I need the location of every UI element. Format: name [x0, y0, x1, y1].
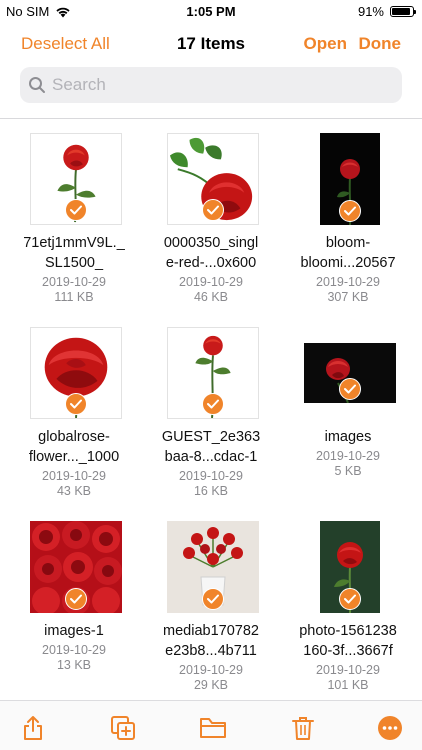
file-date: 2019-10-29: [179, 275, 243, 289]
more-icon[interactable]: [375, 713, 405, 743]
selected-check-icon[interactable]: [202, 199, 224, 221]
file-size: 16 KB: [193, 484, 229, 498]
rose-image: [30, 521, 122, 613]
thumbnail: [30, 521, 122, 613]
file-size: 13 KB: [56, 658, 92, 672]
file-item[interactable]: mediab170782 e23b8...4b711 2019-10-29 29 …: [141, 507, 281, 697]
search-bar[interactable]: [20, 67, 402, 103]
file-date: 2019-10-29: [42, 275, 106, 289]
thumbnail: [304, 521, 396, 613]
file-size: 43 KB: [56, 484, 92, 498]
file-date: 2019-10-29: [316, 449, 380, 463]
file-grid: 71etj1mmV9L._ SL1500_ 2019-10-29 111 KB 0…: [0, 119, 422, 699]
thumbnail: [167, 133, 259, 225]
file-name: images: [324, 429, 372, 445]
file-name: photo-1561238 160-3f...3667f: [299, 623, 397, 659]
file-name: 71etj1mmV9L._ SL1500_: [23, 235, 125, 271]
file-name: GUEST_2e363 baa-8...cdac-1: [161, 429, 261, 465]
thumbnail: [30, 327, 122, 419]
battery-fill: [392, 8, 411, 15]
file-name: globalrose-flower..._1000: [28, 429, 120, 465]
selected-check-icon[interactable]: [65, 588, 87, 610]
file-size: 307 KB: [327, 290, 369, 304]
thumbnail: [304, 327, 396, 419]
rose-image: [167, 521, 259, 613]
duplicate-icon[interactable]: [108, 713, 138, 743]
file-name: bloom-bloomi...20567: [300, 235, 396, 271]
file-date: 2019-10-29: [316, 663, 380, 677]
file-item[interactable]: GUEST_2e363 baa-8...cdac-1 2019-10-29 16 …: [141, 313, 281, 503]
selected-check-icon[interactable]: [339, 588, 361, 610]
selected-check-icon[interactable]: [202, 393, 224, 415]
file-size: 46 KB: [193, 290, 229, 304]
file-item[interactable]: images 2019-10-29 5 KB: [278, 313, 418, 503]
file-date: 2019-10-29: [42, 469, 106, 483]
file-name: mediab170782 e23b8...4b711: [163, 623, 259, 659]
open-button[interactable]: Open: [304, 34, 347, 54]
done-button[interactable]: Done: [359, 34, 402, 54]
file-date: 2019-10-29: [42, 643, 106, 657]
rose-image: [320, 521, 380, 613]
battery-percent: 91%: [357, 4, 384, 19]
file-size: 111 KB: [54, 290, 94, 304]
thumbnail: [304, 133, 396, 225]
folder-icon[interactable]: [198, 713, 228, 743]
file-name: 0000350_singl e-red-...0x600: [163, 235, 259, 271]
rose-image: [167, 327, 259, 419]
file-date: 2019-10-29: [316, 275, 380, 289]
search-icon: [29, 77, 45, 93]
file-item[interactable]: 71etj1mmV9L._ SL1500_ 2019-10-29 111 KB: [4, 119, 144, 309]
file-item[interactable]: images-1 2019-10-29 13 KB: [4, 507, 144, 697]
file-item[interactable]: globalrose-flower..._1000 2019-10-29 43 …: [4, 313, 144, 503]
file-size: 29 KB: [193, 678, 229, 692]
thumbnail: [167, 327, 259, 419]
rose-image: [167, 133, 259, 225]
selected-check-icon[interactable]: [339, 200, 361, 222]
file-item[interactable]: bloom-bloomi...20567 2019-10-29 307 KB: [278, 119, 418, 309]
rose-image: [30, 133, 122, 225]
file-date: 2019-10-29: [179, 663, 243, 677]
status-right: 91%: [357, 4, 416, 19]
thumbnail: [167, 521, 259, 613]
selected-check-icon[interactable]: [65, 393, 87, 415]
rose-image: [304, 343, 396, 403]
file-date: 2019-10-29: [179, 469, 243, 483]
file-size: 5 KB: [334, 464, 362, 478]
rose-image: [30, 327, 122, 419]
selected-check-icon[interactable]: [202, 588, 224, 610]
rose-image: [320, 133, 380, 225]
thumbnail: [30, 133, 122, 225]
share-icon[interactable]: [18, 713, 48, 743]
file-size: 101 KB: [327, 678, 369, 692]
search-input[interactable]: [52, 75, 382, 95]
file-name: images-1: [44, 623, 104, 639]
battery-icon: [390, 6, 416, 17]
file-item[interactable]: photo-1561238 160-3f...3667f 2019-10-29 1…: [278, 507, 418, 697]
selected-check-icon[interactable]: [65, 199, 87, 221]
file-item[interactable]: 0000350_singl e-red-...0x600 2019-10-29 4…: [141, 119, 281, 309]
selected-check-icon[interactable]: [339, 378, 361, 400]
navigation-bar: Deselect All 17 Items Open Done: [0, 28, 422, 60]
trash-icon[interactable]: [288, 713, 318, 743]
deselect-all-button[interactable]: Deselect All: [21, 34, 110, 54]
status-bar: No SIM 1:05 PM 91%: [0, 0, 422, 24]
bottom-toolbar: [0, 700, 422, 750]
